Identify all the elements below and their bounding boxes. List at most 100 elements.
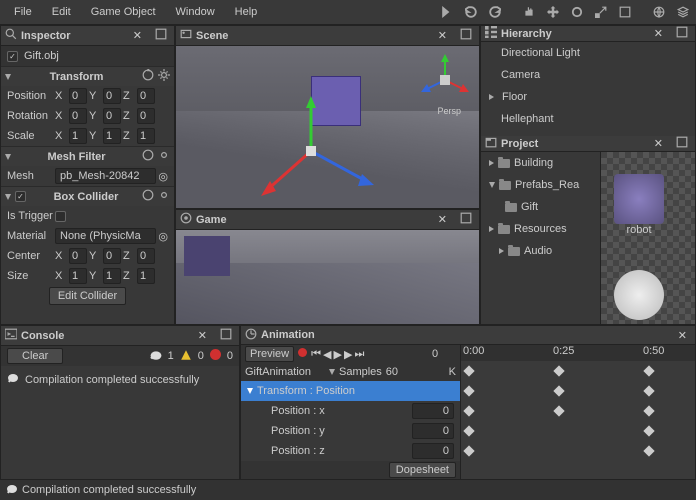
target-picker-icon[interactable]: ◎ [158,170,168,183]
popout-icon[interactable] [673,136,691,151]
close-icon[interactable]: ✕ [674,329,691,342]
mesh-field[interactable]: pb_Mesh-20842 [55,168,156,184]
gear-icon[interactable] [158,69,170,84]
prop-value-input[interactable]: 0 [412,403,454,419]
asset-thumbnail[interactable] [605,240,673,320]
chevron-down-icon[interactable] [247,388,253,394]
menu-file[interactable]: File [4,2,42,22]
close-icon[interactable]: ✕ [650,137,667,150]
next-frame-button[interactable]: ▶ [344,348,352,361]
rotate-tool-icon[interactable] [568,3,586,21]
chevron-right-icon[interactable] [489,94,494,100]
popout-icon[interactable] [457,212,475,227]
prop-value-input[interactable]: 0 [412,443,454,459]
keyframe[interactable] [463,445,474,456]
close-icon[interactable]: ✕ [434,29,451,42]
animation-track[interactable]: Transform : Position [241,381,460,401]
game-viewport[interactable] [176,230,479,324]
dopesheet-area[interactable]: 0:00 0:25 0:50 [461,345,695,479]
hand-tool-icon[interactable] [520,3,538,21]
keyframe[interactable] [553,405,564,416]
clear-button[interactable]: Clear [7,348,63,364]
reset-icon[interactable] [142,189,154,204]
reset-icon[interactable] [142,149,154,164]
keyframe[interactable] [643,445,654,456]
scale-tool-icon[interactable] [592,3,610,21]
last-frame-button[interactable]: ⏭ [354,348,364,361]
prev-frame-button[interactable]: ◀ [323,348,331,361]
chevron-right-icon[interactable] [489,160,494,166]
size-y-input[interactable]: 1 [103,268,121,284]
keyframe[interactable] [463,365,474,376]
close-icon[interactable]: ✕ [434,213,451,226]
close-icon[interactable]: ✕ [129,29,146,42]
menu-help[interactable]: Help [225,2,268,22]
popout-icon[interactable] [152,28,170,43]
object-enabled-checkbox[interactable] [7,51,18,62]
clip-dropdown[interactable]: GiftAnimation [245,366,325,378]
center-y-input[interactable]: 0 [103,248,121,264]
edit-collider-button[interactable]: Edit Collider [49,287,126,305]
keyframe[interactable] [553,385,564,396]
chevron-right-icon[interactable] [489,226,494,232]
redo-icon[interactable] [486,3,504,21]
material-field[interactable]: None (PhysicMa [55,228,156,244]
close-icon[interactable]: ✕ [650,27,667,40]
popout-icon[interactable] [457,28,475,43]
reset-icon[interactable] [142,69,154,84]
timeline-ruler[interactable]: 0:00 0:25 0:50 [461,345,695,361]
is-trigger-checkbox[interactable] [55,211,66,222]
hierarchy-item[interactable]: Hellephant [481,108,695,130]
rotation-z-input[interactable]: 0 [137,108,155,124]
center-z-input[interactable]: 0 [137,248,155,264]
project-folder[interactable]: Audio [481,240,600,262]
keyframe[interactable] [643,365,654,376]
rotation-y-input[interactable]: 0 [103,108,121,124]
hierarchy-item[interactable]: Camera [481,64,695,86]
first-frame-button[interactable]: ⏮ [311,348,321,361]
popout-icon[interactable] [217,328,235,343]
layers-icon[interactable] [674,3,692,21]
hierarchy-item[interactable]: Directional Light [481,42,695,64]
project-folder[interactable]: Resources [481,218,600,240]
rect-tool-icon[interactable] [616,3,634,21]
popout-icon[interactable] [673,26,691,41]
project-folder[interactable]: Gift [481,196,600,218]
chevron-right-icon[interactable] [499,248,504,254]
warn-icon[interactable] [180,349,192,364]
target-picker-icon[interactable]: ◎ [158,230,168,243]
prop-value-input[interactable]: 0 [412,423,454,439]
info-icon[interactable] [150,349,162,364]
gear-icon[interactable] [158,149,170,164]
position-x-input[interactable]: 0 [69,88,87,104]
rotation-x-input[interactable]: 0 [69,108,87,124]
samples-input[interactable]: 60 [386,366,408,378]
position-z-input[interactable]: 0 [137,88,155,104]
keyframe[interactable] [463,405,474,416]
project-folder[interactable]: Prefabs_Rea [481,174,600,196]
scene-viewport[interactable]: Persp [176,46,479,208]
close-icon[interactable]: ✕ [194,329,211,342]
animation-property[interactable]: Position : z0 [241,441,460,461]
collider-enabled-checkbox[interactable] [15,191,26,202]
keyframe[interactable] [643,385,654,396]
menu-edit[interactable]: Edit [42,2,81,22]
asset-thumbnail[interactable]: robot [605,156,673,236]
animation-property[interactable]: Position : y0 [241,421,460,441]
size-z-input[interactable]: 1 [137,268,155,284]
globe-icon[interactable] [650,3,668,21]
keyframe[interactable] [463,385,474,396]
error-icon[interactable] [210,349,221,363]
keyframe[interactable] [643,425,654,436]
center-x-input[interactable]: 0 [69,248,87,264]
animation-property[interactable]: Position : x0 [241,401,460,421]
keyframe[interactable] [463,425,474,436]
play-icon[interactable] [438,3,456,21]
move-tool-icon[interactable] [544,3,562,21]
frame-input[interactable]: 0 [432,348,456,360]
chevron-down-icon[interactable] [489,182,495,188]
hierarchy-item[interactable]: Floor [481,86,695,108]
scale-x-input[interactable]: 1 [69,128,87,144]
menu-window[interactable]: Window [166,2,225,22]
gear-icon[interactable] [158,189,170,204]
